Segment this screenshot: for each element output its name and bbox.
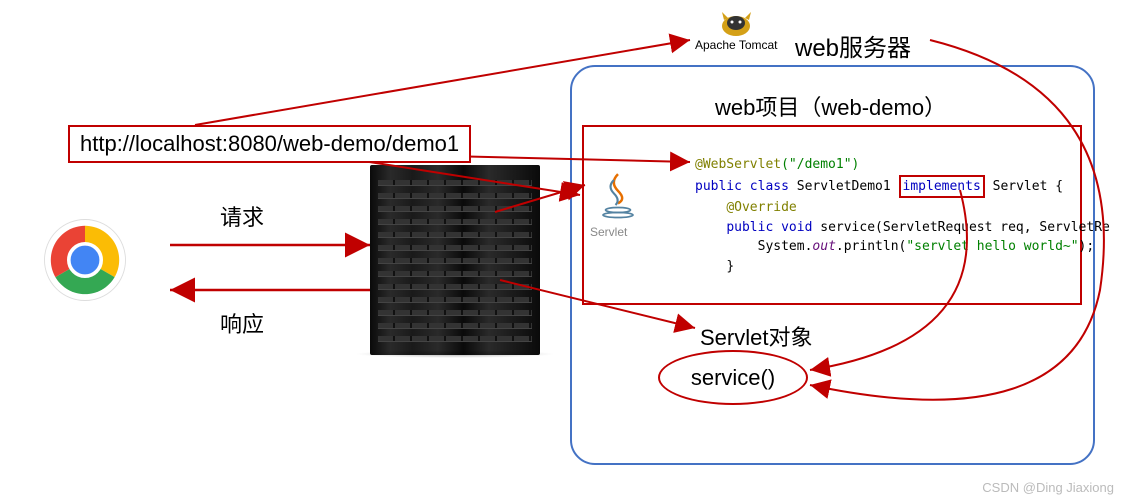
web-server-label: web服务器 [795, 28, 911, 63]
servlet-logo-label: Servlet [590, 225, 627, 239]
server-shadow [355, 350, 555, 358]
watermark: CSDN @Ding Jiaxiong [982, 480, 1114, 495]
service-label: service() [691, 365, 775, 391]
chrome-icon [40, 215, 130, 305]
response-label: 响应 [220, 307, 264, 339]
url-text: http://localhost:8080/web-demo/demo1 [80, 131, 459, 156]
code-block: @WebServlet("/demo1") public class Servl… [695, 155, 1110, 276]
tomcat-label: Apache Tomcat [695, 38, 778, 52]
url-box: http://localhost:8080/web-demo/demo1 [68, 125, 471, 163]
web-project-label: web项目（web-demo） [715, 90, 946, 122]
tomcat-logo: Apache Tomcat [695, 8, 778, 52]
server-icon [370, 165, 540, 355]
servlet-object-label: Servlet对象 [700, 320, 812, 352]
request-label: 请求 [220, 200, 264, 232]
service-method-ellipse: service() [658, 350, 808, 405]
implements-highlight: implements [899, 175, 985, 199]
